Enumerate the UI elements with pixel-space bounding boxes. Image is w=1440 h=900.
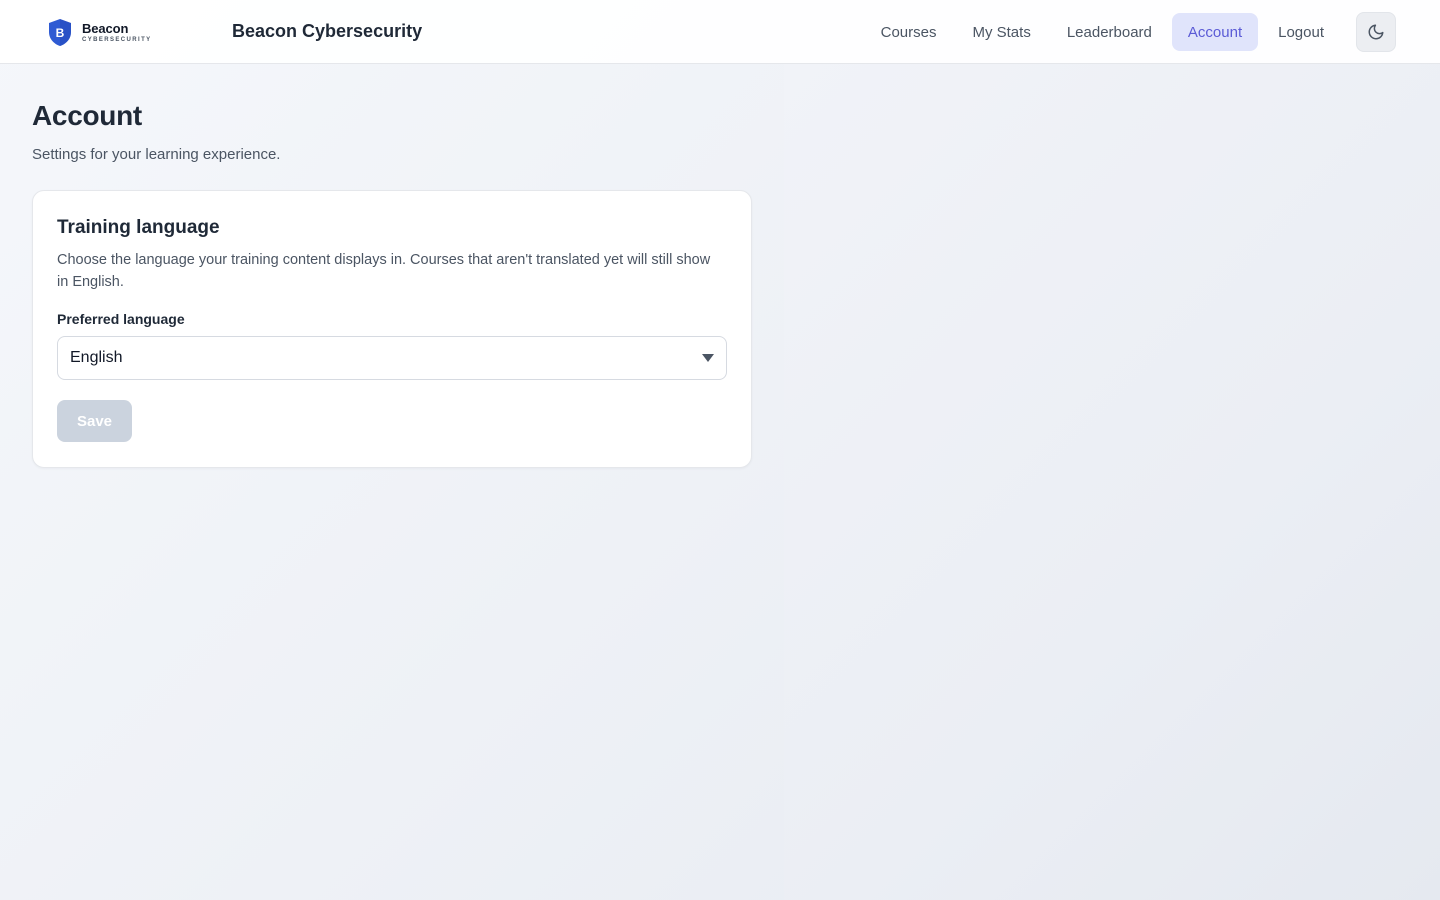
preferred-language-label: Preferred language <box>57 311 185 327</box>
nav-leaderboard[interactable]: Leaderboard <box>1051 13 1168 51</box>
main-content: Account Settings for your learning exper… <box>32 100 752 468</box>
moon-icon <box>1368 24 1384 40</box>
brand-logo[interactable]: B Beacon CYBERSECURITY <box>48 18 152 47</box>
theme-toggle-button[interactable] <box>1356 12 1396 52</box>
card-description: Choose the language your training conten… <box>57 252 711 290</box>
logo-name: Beacon <box>82 21 129 36</box>
nav-account[interactable]: Account <box>1171 13 1259 51</box>
main-nav: Courses My Stats Leaderboard Account Log… <box>865 12 1396 52</box>
nav-my-stats[interactable]: My Stats <box>956 13 1046 51</box>
top-navbar: B Beacon CYBERSECURITY Beacon Cybersecur… <box>0 0 1440 64</box>
preferred-language-select[interactable]: English <box>57 336 727 380</box>
selected-language: English <box>70 349 123 366</box>
logo-letter: B <box>56 26 65 40</box>
save-button[interactable]: Save <box>57 400 132 442</box>
shield-logo-icon: B <box>49 19 71 46</box>
app-title: Beacon Cybersecurity <box>232 21 423 41</box>
background-panel <box>784 64 1440 900</box>
page-subtitle: Settings for your learning experience. <box>32 146 281 163</box>
page-title: Account <box>32 100 142 131</box>
logo-text: Beacon CYBERSECURITY <box>82 22 152 43</box>
nav-courses[interactable]: Courses <box>865 13 953 51</box>
training-language-card: Training language Choose the language yo… <box>32 190 752 468</box>
caret-down-icon <box>702 354 714 362</box>
logo-subtitle: CYBERSECURITY <box>82 37 152 43</box>
card-title: Training language <box>57 217 220 238</box>
nav-logout[interactable]: Logout <box>1262 13 1340 51</box>
